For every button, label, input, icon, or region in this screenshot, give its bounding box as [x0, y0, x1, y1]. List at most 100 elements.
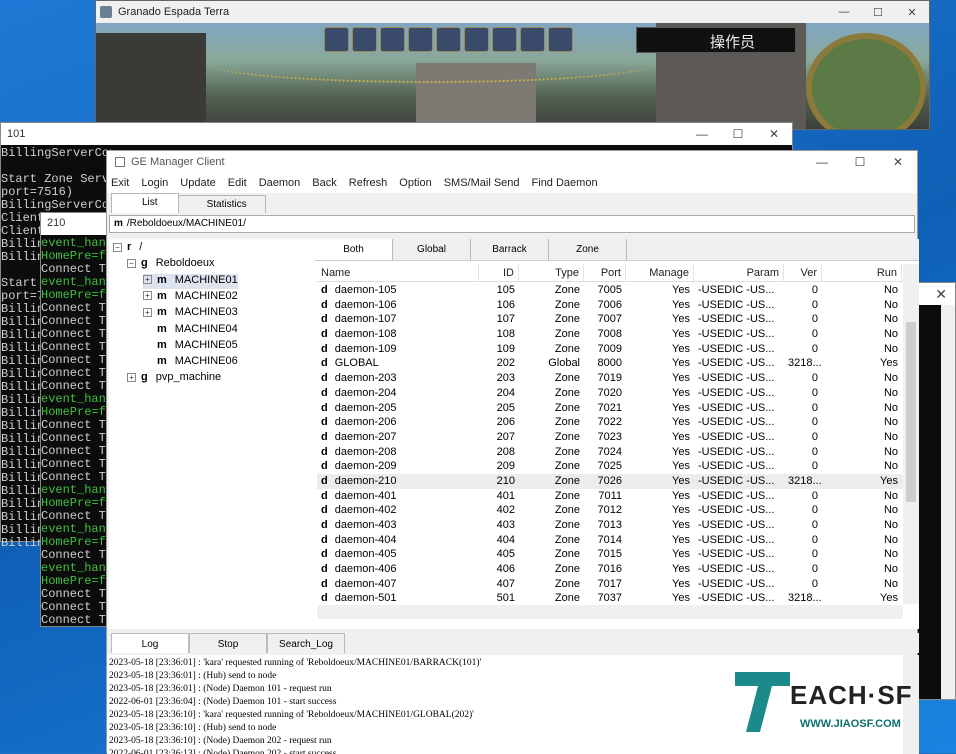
- server-tree[interactable]: − r / − g Reboldoeux + m MACHINE01 + m MACHINE02 + m M…: [109, 239, 315, 629]
- column-header-ver[interactable]: Ver: [784, 264, 822, 281]
- table-row[interactable]: d daemon-402 402 Zone 7012 Yes -USEDIC -US... 0…: [317, 503, 903, 518]
- minimap[interactable]: [806, 33, 926, 129]
- game-scene[interactable]: 操作员: [96, 23, 929, 129]
- menu-exit[interactable]: Exit: [111, 177, 129, 189]
- menu-find-daemon[interactable]: Find Daemon: [532, 177, 598, 189]
- tab-global[interactable]: Global: [393, 239, 471, 260]
- expand-icon[interactable]: +: [127, 372, 136, 382]
- tab-stop[interactable]: Stop: [189, 633, 267, 653]
- tree-node[interactable]: + m MACHINE02: [143, 290, 238, 305]
- hud-skill-icon[interactable]: [464, 27, 489, 52]
- hud-skill-icon[interactable]: [352, 27, 377, 52]
- table-row[interactable]: d daemon-501 501 Zone 7037 Yes -USEDIC -US... 3…: [317, 591, 903, 603]
- minimize-button[interactable]: —: [803, 155, 841, 169]
- scrollbar-thumb[interactable]: [906, 322, 916, 502]
- game-window[interactable]: Granado Espada Terra — ☐ ✕ 操作员: [95, 0, 930, 130]
- minimize-button[interactable]: —: [684, 127, 720, 141]
- table-row[interactable]: d daemon-108 108 Zone 7008 Yes -USEDIC -US... 0…: [317, 327, 903, 342]
- table-row[interactable]: d daemon-106 106 Zone 7006 Yes -USEDIC -US... 0…: [317, 298, 903, 313]
- tab-barrack[interactable]: Barrack: [471, 239, 549, 260]
- close-button[interactable]: ✕: [895, 6, 929, 19]
- table-row[interactable]: d daemon-207 207 Zone 7023 Yes -USEDIC -US... 0…: [317, 430, 903, 445]
- table-row[interactable]: d daemon-403 403 Zone 7013 Yes -USEDIC -US... 0…: [317, 518, 903, 533]
- console-window-right[interactable]: ✕: [916, 282, 956, 700]
- hud-skill-icon[interactable]: [492, 27, 517, 52]
- table-row[interactable]: d daemon-404 404 Zone 7014 Yes -USEDIC -US... 0…: [317, 533, 903, 548]
- horizontal-scrollbar[interactable]: [317, 605, 903, 619]
- column-header-param[interactable]: Param: [694, 264, 784, 281]
- cell-name: d daemon-403: [317, 518, 479, 533]
- close-button[interactable]: ✕: [917, 283, 955, 305]
- column-header-name[interactable]: Name: [317, 264, 479, 281]
- tree-node[interactable]: + m MACHINE03: [143, 306, 238, 321]
- tree-node[interactable]: m MACHINE06: [143, 355, 238, 370]
- menu-edit[interactable]: Edit: [228, 177, 247, 189]
- expand-icon[interactable]: +: [143, 291, 152, 301]
- column-header-port[interactable]: Port: [584, 264, 626, 281]
- menu-option[interactable]: Option: [399, 177, 431, 189]
- table-row[interactable]: d GLOBAL 202 Global 8000 Yes -USEDIC -US... 321…: [317, 356, 903, 371]
- hud-skill-icon[interactable]: [380, 27, 405, 52]
- menu-back[interactable]: Back: [312, 177, 336, 189]
- tree-node[interactable]: m MACHINE05: [143, 339, 238, 354]
- collapse-icon[interactable]: −: [127, 258, 136, 268]
- log-line: 2022-06-01 [23:36:13] : (Node) Daemon 20…: [109, 749, 337, 754]
- table-row[interactable]: d daemon-407 407 Zone 7017 Yes -USEDIC -US... 0…: [317, 577, 903, 592]
- tab-list[interactable]: List: [111, 193, 179, 213]
- cell-port: 7025: [597, 460, 622, 473]
- hud-skill-icon[interactable]: [408, 27, 433, 52]
- table-row[interactable]: d daemon-204 204 Zone 7020 Yes -USEDIC -US... 0…: [317, 386, 903, 401]
- menu-daemon[interactable]: Daemon: [259, 177, 301, 189]
- table-row[interactable]: d daemon-206 206 Zone 7022 Yes -USEDIC -US... 0…: [317, 415, 903, 430]
- hud-skill-icon[interactable]: [548, 27, 573, 52]
- hud-skill-icon[interactable]: [520, 27, 545, 52]
- table-row[interactable]: d daemon-209 209 Zone 7025 Yes -USEDIC -US... 0…: [317, 459, 903, 474]
- minimize-button[interactable]: —: [827, 6, 861, 18]
- maximize-button[interactable]: ☐: [720, 127, 756, 141]
- table-row[interactable]: d daemon-405 405 Zone 7015 Yes -USEDIC -US... 0…: [317, 547, 903, 562]
- collapse-icon[interactable]: −: [113, 242, 122, 252]
- table-row[interactable]: d daemon-203 203 Zone 7019 Yes -USEDIC -US... 0…: [317, 371, 903, 386]
- cell-manage: Yes: [672, 504, 690, 517]
- table-row[interactable]: d daemon-208 208 Zone 7024 Yes -USEDIC -US... 0…: [317, 445, 903, 460]
- hud-skill-icon[interactable]: [436, 27, 461, 52]
- table-row[interactable]: d daemon-109 109 Zone 7009 Yes -USEDIC -US... 0…: [317, 342, 903, 357]
- table-row[interactable]: d daemon-105 105 Zone 7005 Yes -USEDIC -US... 0…: [317, 283, 903, 298]
- menu-update[interactable]: Update: [180, 177, 215, 189]
- column-header-run[interactable]: Run: [822, 264, 902, 281]
- column-header-type[interactable]: Type: [519, 264, 584, 281]
- menu-login[interactable]: Login: [141, 177, 168, 189]
- menu-refresh[interactable]: Refresh: [349, 177, 388, 189]
- tree-node[interactable]: + m MACHINE01: [143, 273, 238, 289]
- tab-both[interactable]: Both: [315, 239, 393, 260]
- daemon-table[interactable]: d daemon-105 105 Zone 7005 Yes -USEDIC -US... 0…: [317, 283, 903, 603]
- table-row[interactable]: d daemon-406 406 Zone 7016 Yes -USEDIC -US... 0…: [317, 562, 903, 577]
- maximize-button[interactable]: ☐: [841, 155, 879, 169]
- tab-log[interactable]: Log: [111, 633, 189, 653]
- tree-node[interactable]: − r /: [113, 241, 142, 256]
- maximize-button[interactable]: ☐: [861, 6, 895, 19]
- table-row[interactable]: d daemon-210 210 Zone 7026 Yes -USEDIC -US... 3…: [317, 473, 903, 489]
- close-button[interactable]: ✕: [879, 155, 917, 169]
- column-header-id[interactable]: ID: [479, 264, 519, 281]
- menu-sms-mail-send[interactable]: SMS/Mail Send: [444, 177, 520, 189]
- tab-search-log[interactable]: Search_Log: [267, 633, 345, 653]
- table-row[interactable]: d daemon-107 107 Zone 7007 Yes -USEDIC -US... 0…: [317, 312, 903, 327]
- table-row[interactable]: d daemon-401 401 Zone 7011 Yes -USEDIC -US... 0…: [317, 489, 903, 504]
- path-bar[interactable]: m/Reboldoeux/MACHINE01/: [109, 215, 915, 233]
- tree-node[interactable]: m MACHINE04: [143, 323, 238, 338]
- scrollbar[interactable]: [941, 305, 955, 699]
- table-row[interactable]: d daemon-205 205 Zone 7021 Yes -USEDIC -US... 0…: [317, 401, 903, 416]
- close-button[interactable]: ✕: [756, 127, 792, 141]
- column-header-manage[interactable]: Manage: [626, 264, 694, 281]
- tree-node[interactable]: − g Reboldoeux: [127, 257, 214, 272]
- expand-icon[interactable]: +: [143, 275, 152, 285]
- tab-zone[interactable]: Zone: [549, 239, 627, 260]
- tab-statistics[interactable]: Statistics: [177, 195, 266, 213]
- hud-skill-icon[interactable]: [324, 27, 349, 52]
- cell-id: 501: [496, 592, 515, 603]
- tree-node[interactable]: + g pvp_machine: [127, 371, 221, 386]
- cell-type: Zone: [554, 519, 580, 531]
- vertical-scrollbar[interactable]: [903, 264, 919, 604]
- expand-icon[interactable]: +: [143, 307, 152, 317]
